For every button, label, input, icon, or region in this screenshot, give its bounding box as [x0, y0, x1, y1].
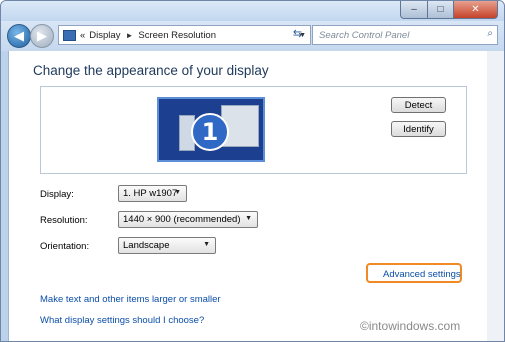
display-select-value: 1. HP w1907 [123, 188, 178, 199]
resolution-select[interactable]: 1440 × 900 (recommended) ▼ [118, 211, 258, 228]
display-label: Display: [40, 189, 74, 200]
resolution-select-value: 1440 × 900 (recommended) [123, 214, 241, 225]
display-select[interactable]: 1. HP w1907 ▼ [118, 185, 187, 202]
minimize-button[interactable]: – [400, 1, 428, 19]
maximize-button[interactable]: □ [428, 1, 454, 19]
chevron-down-icon: ▼ [203, 241, 210, 248]
control-panel-icon [63, 29, 76, 41]
forward-arrow-icon: ▶ [37, 28, 47, 43]
refresh-button[interactable]: ⇆ [289, 27, 306, 43]
close-button[interactable]: ✕ [454, 1, 498, 19]
forward-button[interactable]: ▶ [30, 24, 54, 48]
page-title: Change the appearance of your display [33, 63, 269, 78]
text-size-link[interactable]: Make text and other items larger or smal… [40, 294, 221, 305]
search-icon[interactable]: ⌕ [487, 28, 493, 39]
orientation-select-value: Landscape [123, 240, 170, 251]
breadcrumb-overflow[interactable]: « [80, 30, 85, 41]
chevron-down-icon: ▼ [245, 215, 252, 222]
watermark: ©intowindows.com [360, 319, 461, 333]
orientation-select[interactable]: Landscape ▼ [118, 237, 216, 254]
breadcrumb-screen-resolution[interactable]: Screen Resolution [138, 30, 216, 41]
scrollbar[interactable] [487, 51, 504, 341]
display-settings-help-link[interactable]: What display settings should I choose? [40, 315, 204, 326]
navigation-bar: ◀ ▶ « Display ► Screen Resolution ▼ ⇆ Se… [1, 21, 504, 51]
refresh-icon: ⇆ [292, 28, 303, 40]
breadcrumb-separator-icon[interactable]: ► [125, 31, 133, 40]
caption-buttons: – □ ✕ [400, 1, 498, 19]
breadcrumb-display[interactable]: Display [89, 30, 120, 41]
chevron-down-icon: ▼ [174, 189, 181, 196]
orientation-label: Orientation: [40, 241, 90, 252]
search-input[interactable]: Search Control Panel ⌕ [312, 25, 498, 45]
monitor-number-badge: 1 [191, 113, 229, 151]
back-arrow-icon: ◀ [14, 28, 24, 43]
identify-button[interactable]: Identify [391, 121, 446, 137]
title-bar[interactable]: – □ ✕ [1, 1, 504, 21]
advanced-settings-link[interactable]: Advanced settings [383, 269, 461, 280]
back-button[interactable]: ◀ [7, 24, 31, 48]
search-placeholder: Search Control Panel [319, 30, 410, 41]
address-bar[interactable]: « Display ► Screen Resolution ▼ [58, 25, 311, 45]
detect-button[interactable]: Detect [391, 97, 446, 113]
resolution-label: Resolution: [40, 215, 88, 226]
monitor-1-thumbnail[interactable]: 1 [157, 97, 265, 162]
